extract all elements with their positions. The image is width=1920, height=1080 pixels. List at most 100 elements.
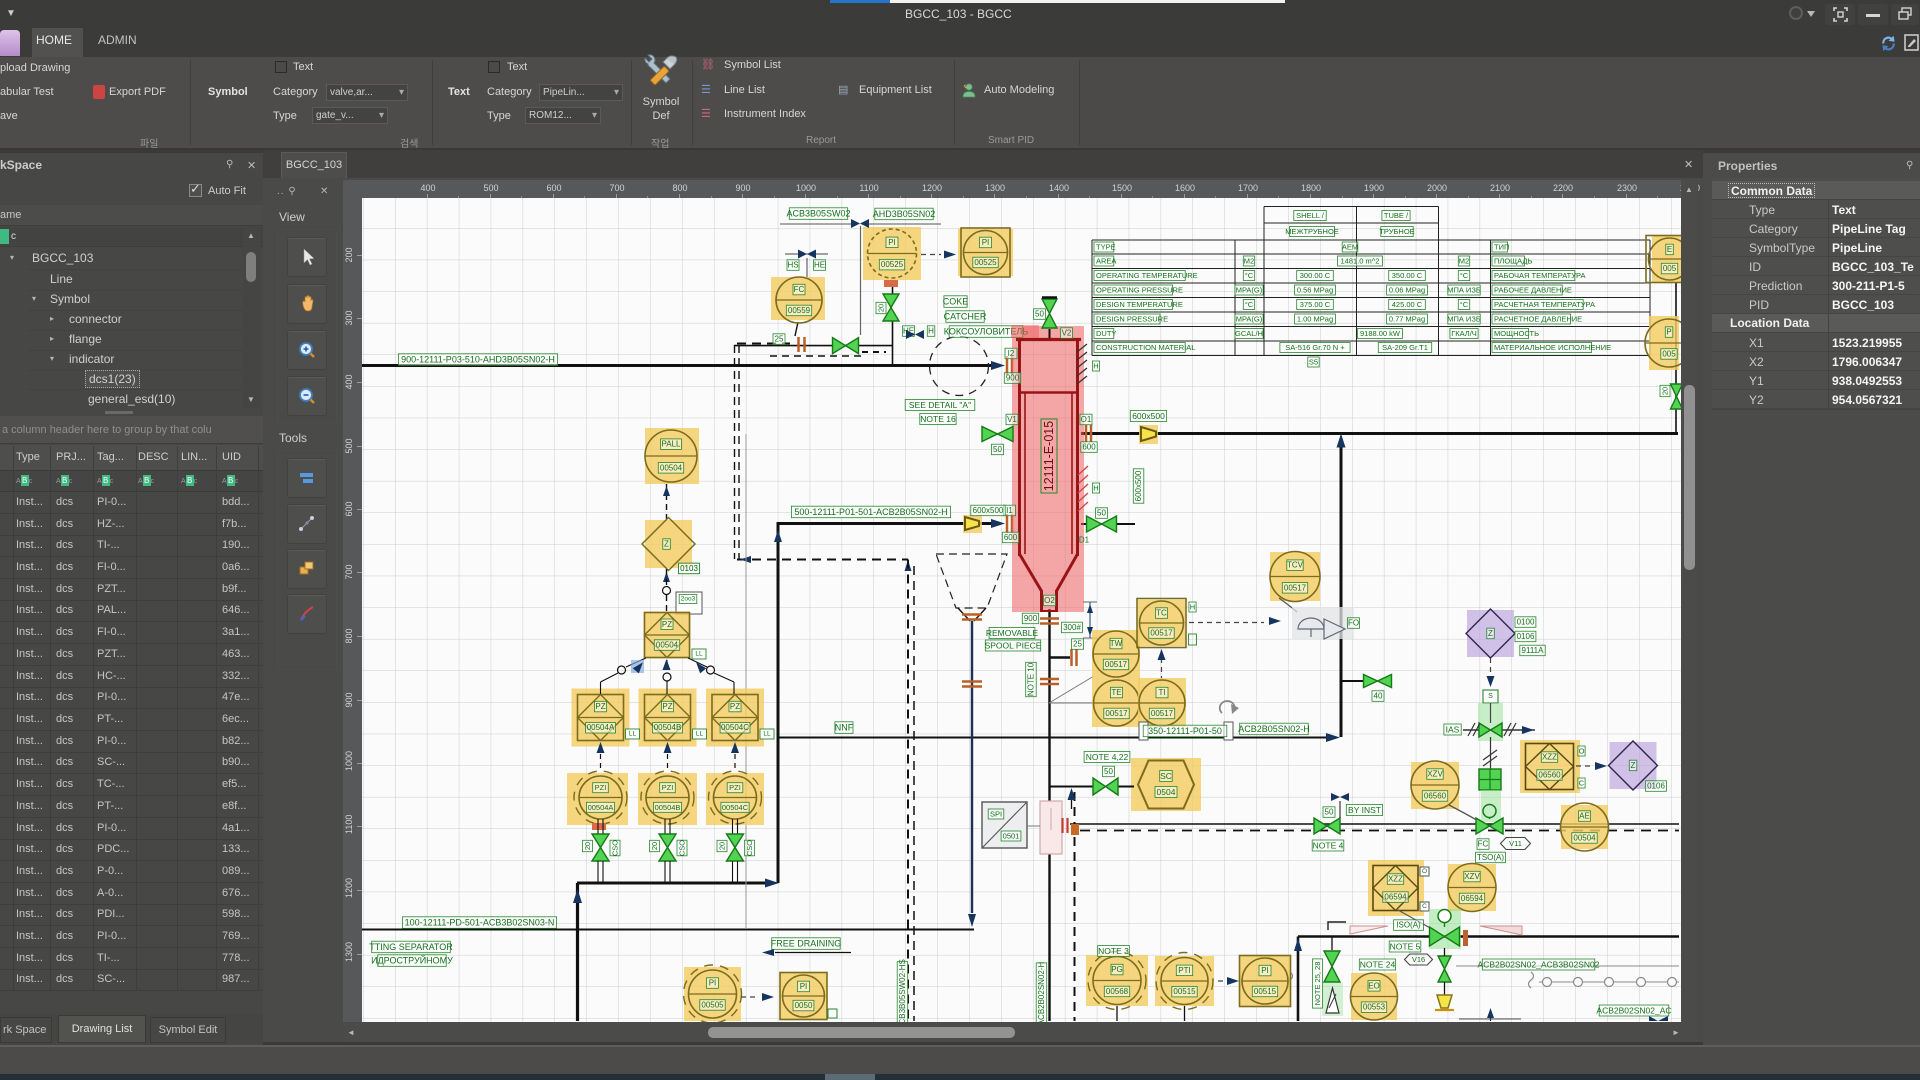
svg-text:REMOVABLE: REMOVABLE <box>986 628 1039 638</box>
svg-text:LL: LL <box>696 731 704 738</box>
svg-text:600: 600 <box>1004 533 1018 542</box>
svg-text:00517: 00517 <box>1105 709 1128 718</box>
svg-text:NOTE 10: NOTE 10 <box>1027 662 1036 696</box>
svg-text:00517: 00517 <box>1284 583 1307 592</box>
svg-text:NOTE 5: NOTE 5 <box>1390 942 1421 952</box>
svg-text:S5: S5 <box>1309 358 1318 367</box>
svg-text:V16: V16 <box>1412 955 1425 964</box>
svg-text:0501: 0501 <box>1003 832 1020 841</box>
svg-text:PI: PI <box>982 238 990 247</box>
svg-text:50: 50 <box>1104 767 1113 776</box>
svg-text:1.00 MPag: 1.00 MPag <box>1297 315 1333 324</box>
svg-text:°C: °C <box>1245 271 1254 280</box>
svg-text:°C: °C <box>1460 271 1469 280</box>
svg-text:9188.00 kW: 9188.00 kW <box>1360 329 1401 338</box>
svg-text:BY INST: BY INST <box>1348 805 1381 815</box>
svg-text:NOTE 4: NOTE 4 <box>1313 841 1344 851</box>
svg-text:300.00 C: 300.00 C <box>1300 271 1331 280</box>
svg-text:C: C <box>1579 779 1585 788</box>
svg-text:0.56 MPag: 0.56 MPag <box>1297 286 1333 295</box>
svg-text:50: 50 <box>1325 808 1334 817</box>
svg-text:TI: TI <box>1158 688 1165 697</box>
svg-text:ACB2B02SN02-H: ACB2B02SN02-H <box>1037 961 1046 1022</box>
svg-text:00504: 00504 <box>656 641 679 650</box>
svg-text:AE: AE <box>1579 812 1590 821</box>
svg-text:CSO: CSO <box>745 840 754 856</box>
svg-text:МЕЖТРУБНОЕ: МЕЖТРУБНОЕ <box>1285 227 1339 236</box>
svg-text:РАСЧЕТНОЕ ДАВЛЕНИЕ: РАСЧЕТНОЕ ДАВЛЕНИЕ <box>1494 315 1582 324</box>
svg-text:350-12111-P01-50: 350-12111-P01-50 <box>1148 726 1222 736</box>
svg-text:РАБОЧЕЕ ДАВЛЕНИЕ: РАБОЧЕЕ ДАВЛЕНИЕ <box>1494 286 1572 295</box>
svg-text:00504C: 00504C <box>721 723 749 732</box>
svg-text:350.00 C: 350.00 C <box>1392 271 1423 280</box>
svg-text:V11: V11 <box>1509 839 1522 848</box>
svg-text:TC: TC <box>1156 609 1167 618</box>
svg-text:OPERATING TEMPERATURE: OPERATING TEMPERATURE <box>1096 271 1198 280</box>
svg-text:PI: PI <box>888 238 896 247</box>
svg-text:PZ: PZ <box>730 702 740 711</box>
svg-text:O: O <box>1579 747 1585 756</box>
svg-text:2oo3: 2oo3 <box>681 596 696 603</box>
svg-text:O: O <box>1422 868 1427 875</box>
svg-text:E: E <box>1667 245 1672 254</box>
svg-text:XZZ: XZZ <box>1388 875 1403 884</box>
svg-text:TUBE /: TUBE / <box>1384 211 1409 220</box>
svg-text:PALL: PALL <box>662 440 682 449</box>
svg-text:00559: 00559 <box>788 306 811 315</box>
svg-text:GCAL/H: GCAL/H <box>1235 329 1263 338</box>
svg-text:SA-516 Gr.70 N +: SA-516 Gr.70 N + <box>1285 343 1345 352</box>
svg-text:МОЩНОСТЬ: МОЩНОСТЬ <box>1494 329 1539 338</box>
svg-text:SEE DETAIL "A": SEE DETAIL "A" <box>909 400 971 410</box>
svg-text:P: P <box>1666 328 1671 337</box>
svg-text:FC: FC <box>1478 840 1489 849</box>
svg-text:0106: 0106 <box>1517 632 1535 641</box>
svg-text:ГКАЛ/Ч: ГКАЛ/Ч <box>1451 329 1477 338</box>
svg-text:AREA: AREA <box>1096 257 1116 266</box>
svg-text:20: 20 <box>583 842 592 850</box>
svg-text:SPI: SPI <box>990 810 1002 819</box>
svg-text:ACB3B05SW02-HS: ACB3B05SW02-HS <box>898 959 907 1022</box>
svg-text:500-12111-P01-501-ACB2B05SN02-: 500-12111-P01-501-ACB2B05SN02-H <box>794 507 947 517</box>
svg-text:HS: HS <box>787 261 798 270</box>
svg-text:FC: FC <box>794 285 805 294</box>
svg-text:ИДРОСТРУЙНОМУ: ИДРОСТРУЙНОМУ <box>371 955 453 966</box>
svg-text:Z: Z <box>1488 629 1493 638</box>
svg-text:EO: EO <box>1368 981 1380 990</box>
svg-text:50: 50 <box>1035 310 1044 319</box>
svg-text:SA-209 Gr.T1: SA-209 Gr.T1 <box>1382 343 1428 352</box>
svg-text:20: 20 <box>1661 387 1670 395</box>
svg-text:NOTE 4,22: NOTE 4,22 <box>1086 752 1129 762</box>
svg-text:LL: LL <box>629 731 637 738</box>
svg-text:Z: Z <box>664 540 669 549</box>
svg-text:00504: 00504 <box>1573 833 1596 842</box>
svg-text:CONSTRUCTION MATERIAL: CONSTRUCTION MATERIAL <box>1096 343 1195 352</box>
svg-text:DESIGN PRESSURE: DESIGN PRESSURE <box>1096 315 1168 324</box>
svg-text:AEM: AEM <box>1342 243 1358 252</box>
svg-text:I2: I2 <box>1008 349 1015 358</box>
svg-text:ISO(A): ISO(A) <box>1396 921 1421 930</box>
svg-text:Z: Z <box>1631 761 1636 770</box>
svg-text:MPA(G): MPA(G) <box>1236 315 1263 324</box>
svg-text:V2: V2 <box>1062 329 1072 338</box>
svg-text:00515: 00515 <box>1254 987 1277 996</box>
svg-text:LL: LL <box>763 731 771 738</box>
svg-text:375.00 C: 375.00 C <box>1300 300 1331 309</box>
svg-text:TE: TE <box>1111 688 1121 697</box>
svg-text:PG: PG <box>1111 965 1123 974</box>
svg-text:00525: 00525 <box>974 258 997 267</box>
svg-text:H: H <box>1093 484 1098 493</box>
svg-text:12111-E-015: 12111-E-015 <box>1042 421 1056 491</box>
svg-text:H: H <box>1190 603 1195 612</box>
svg-text:0103: 0103 <box>680 564 698 573</box>
svg-text:CATCHER: CATCHER <box>944 312 987 322</box>
svg-text:9111A: 9111A <box>1522 646 1545 655</box>
svg-text:МПА ИЗБ: МПА ИЗБ <box>1447 286 1481 295</box>
svg-text:ТИП: ТИП <box>1494 243 1509 252</box>
svg-text:ACB2B02SN02_ACB3B02SN02: ACB2B02SN02_ACB3B02SN02 <box>1478 960 1600 970</box>
svg-text:ПЛОЩАДЬ: ПЛОЩАДЬ <box>1494 257 1533 266</box>
svg-text:06560: 06560 <box>1424 791 1447 800</box>
svg-text:O1: O1 <box>1081 415 1092 424</box>
svg-text:1481.0 m^2: 1481.0 m^2 <box>1341 257 1380 266</box>
svg-text:0.06 MPag: 0.06 MPag <box>1389 286 1425 295</box>
svg-text:PZI: PZI <box>662 783 674 792</box>
